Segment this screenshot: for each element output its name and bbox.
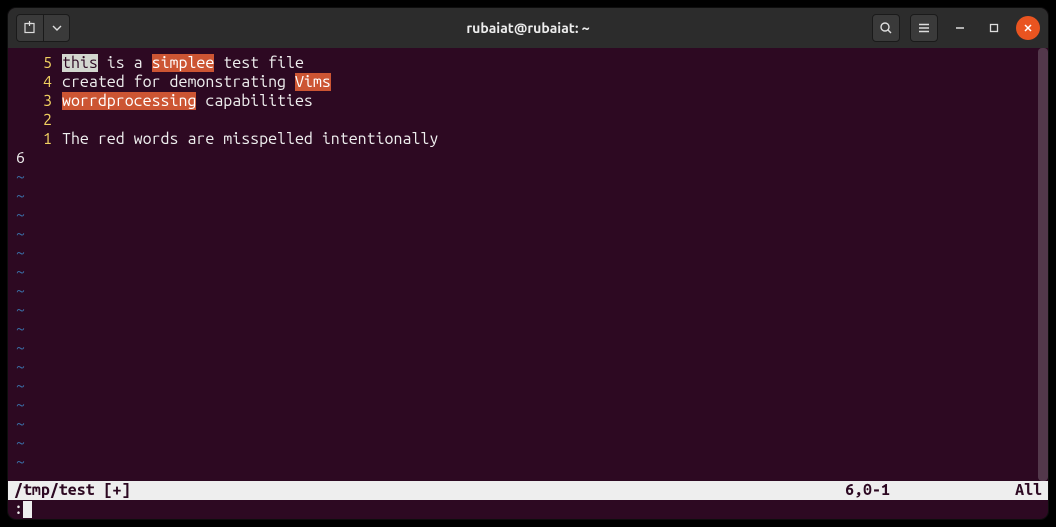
misspelled-word: worrdprocessing — [62, 92, 196, 110]
editor-line[interactable]: 2 — [8, 111, 1048, 130]
status-file: /tmp/test [+] — [14, 481, 845, 500]
editor-line[interactable]: 6 — [8, 149, 1048, 168]
line-number: 4 — [8, 73, 62, 92]
empty-line-tilde: ~ — [8, 263, 1048, 282]
line-number: 3 — [8, 92, 62, 111]
empty-line-tilde: ~ — [8, 453, 1048, 472]
empty-line-tilde: ~ — [8, 396, 1048, 415]
titlebar-right — [872, 14, 1040, 42]
misspelled-word: Vims — [295, 73, 331, 91]
close-button[interactable] — [1016, 16, 1040, 40]
misspelled-word: simplee — [152, 54, 215, 72]
new-tab-group — [16, 14, 70, 42]
line-content[interactable]: worrdprocessing capabilities — [62, 92, 313, 111]
search-button[interactable] — [872, 14, 900, 42]
scrollbar[interactable] — [1038, 48, 1048, 481]
text-segment: The red words are misspelled intentional… — [62, 130, 438, 148]
text-segment: is a — [98, 54, 152, 72]
empty-line-tilde: ~ — [8, 339, 1048, 358]
tab-dropdown-button[interactable] — [43, 15, 69, 41]
text-segment: created for demonstrating — [62, 73, 295, 91]
terminal-body[interactable]: 5this is a simplee test file4created for… — [8, 48, 1048, 519]
text-segment: test file — [214, 54, 304, 72]
empty-line-tilde: ~ — [8, 206, 1048, 225]
empty-line-tilde: ~ — [8, 301, 1048, 320]
line-number: 2 — [8, 111, 62, 130]
editor-area[interactable]: 5this is a simplee test file4created for… — [8, 48, 1048, 481]
empty-line-tilde: ~ — [8, 358, 1048, 377]
editor-line[interactable]: 4created for demonstrating Vims — [8, 73, 1048, 92]
empty-line-tilde: ~ — [8, 187, 1048, 206]
editor-line[interactable]: 3worrdprocessing capabilities — [8, 92, 1048, 111]
editor-line[interactable]: 1The red words are misspelled intentiona… — [8, 130, 1048, 149]
cursor-block — [23, 501, 32, 518]
command-line[interactable]: : — [8, 500, 1048, 519]
line-number: 6 — [8, 149, 26, 168]
line-content[interactable]: The red words are misspelled intentional… — [62, 130, 438, 149]
new-tab-button[interactable] — [17, 15, 43, 41]
line-content[interactable]: this is a simplee test file — [62, 54, 304, 73]
maximize-button[interactable] — [982, 16, 1006, 40]
empty-line-tilde: ~ — [8, 168, 1048, 187]
hamburger-menu-button[interactable] — [910, 14, 938, 42]
empty-line-tilde: ~ — [8, 244, 1048, 263]
status-position: 6,0-1 — [845, 481, 1015, 500]
empty-line-tilde: ~ — [8, 282, 1048, 301]
titlebar: rubaiat@rubaiat: ~ — [8, 8, 1048, 48]
editor-line[interactable]: 5this is a simplee test file — [8, 54, 1048, 73]
cursor-word: this — [62, 54, 98, 72]
empty-line-tilde: ~ — [8, 377, 1048, 396]
empty-line-tilde: ~ — [8, 320, 1048, 339]
empty-line-tilde: ~ — [8, 415, 1048, 434]
status-bar: /tmp/test [+] 6,0-1 All — [8, 481, 1048, 500]
minimize-button[interactable] — [948, 16, 972, 40]
command-prefix: : — [14, 500, 23, 519]
status-scroll: All — [1015, 481, 1042, 500]
line-number: 1 — [8, 130, 62, 149]
titlebar-left — [16, 14, 70, 42]
line-content[interactable]: created for demonstrating Vims — [62, 73, 331, 92]
terminal-window: rubaiat@rubaiat: ~ 5this is a simplee te… — [8, 8, 1048, 519]
line-number: 5 — [8, 54, 62, 73]
text-segment: capabilities — [196, 92, 312, 110]
empty-line-tilde: ~ — [8, 225, 1048, 244]
empty-line-tilde: ~ — [8, 434, 1048, 453]
